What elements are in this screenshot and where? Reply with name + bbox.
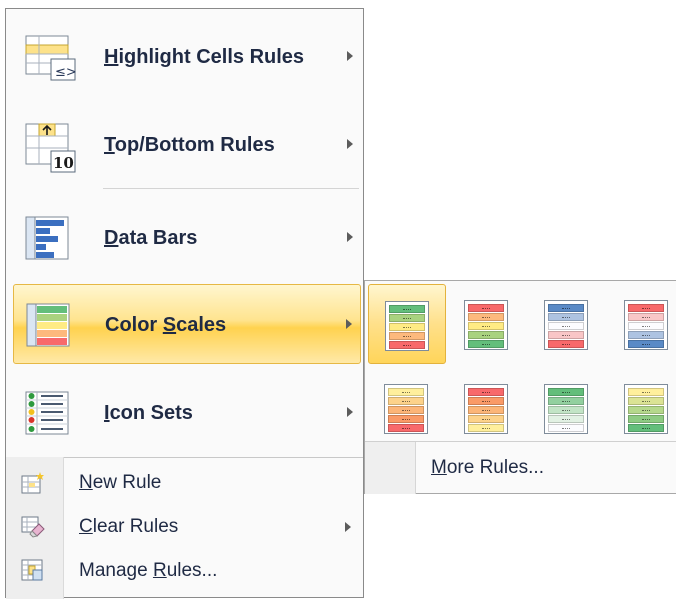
menu-item-clear-rules[interactable]: Clear Rules	[6, 505, 363, 549]
svg-text:≤>: ≤>	[55, 65, 77, 80]
conditional-formatting-menu: ≤> Highlight Cells Rules 10 Top/Bottom R…	[5, 8, 364, 599]
menu-item-label: Top/Bottom Rules	[104, 134, 275, 156]
svg-text:10: 10	[53, 154, 74, 172]
swatch-row	[468, 388, 504, 396]
submenu-arrow-icon	[346, 319, 352, 329]
menu-item-label: Manage Rules...	[79, 560, 218, 581]
menu-item-new-rule[interactable]: New Rule	[6, 461, 363, 505]
color-scale-green-yellow-red-button[interactable]	[368, 284, 446, 364]
swatch-row	[388, 424, 424, 432]
menu-item-top-bottom-rules[interactable]: 10 Top/Bottom Rules	[13, 105, 361, 185]
swatch-row	[628, 424, 664, 432]
color-scale-blue-yellow-red-button[interactable]	[528, 284, 606, 364]
swatch-row	[388, 388, 424, 396]
submenu-arrow-icon	[347, 232, 353, 242]
color-scale-yellow-red-button[interactable]	[368, 368, 446, 448]
menu-item-label: New Rule	[79, 472, 162, 493]
swatch-row	[628, 313, 664, 321]
data-bars-icon	[25, 216, 69, 267]
swatch-row	[468, 313, 504, 321]
more-rules-item[interactable]: More Rules...	[431, 442, 544, 494]
submenu-icon-gutter	[365, 442, 416, 494]
new-rule-icon	[21, 471, 45, 500]
swatch-row	[468, 424, 504, 432]
color-scale-green-white-button[interactable]	[528, 368, 606, 448]
swatch-row	[468, 415, 504, 423]
swatch-row	[548, 397, 584, 405]
menu-item-label: Data Bars	[104, 227, 198, 249]
swatch-row	[628, 415, 664, 423]
menu-item-label: Highlight Cells Rules	[104, 46, 305, 68]
swatch-row	[548, 424, 584, 432]
swatch-row	[548, 340, 584, 348]
swatch-row	[628, 340, 664, 348]
menu-item-label: Color Scales	[105, 314, 227, 336]
menu-item-manage-rules[interactable]: Manage Rules...	[6, 549, 363, 593]
swatch-row	[388, 415, 424, 423]
swatch-row	[389, 332, 425, 340]
color-scale-white-green-button[interactable]	[608, 368, 676, 448]
submenu-arrow-icon	[345, 522, 351, 532]
color-scale-swatch-icon	[464, 384, 508, 434]
menu-item-label: Clear Rules	[79, 516, 179, 537]
swatch-row	[628, 304, 664, 312]
swatch-row	[389, 341, 425, 349]
color-scale-swatch-icon	[624, 300, 668, 350]
color-scales-icon	[26, 303, 70, 354]
submenu-arrow-icon	[347, 139, 353, 149]
manage-rules-icon	[21, 559, 45, 588]
submenu-arrow-icon	[347, 407, 353, 417]
swatch-row	[548, 322, 584, 330]
swatch-row	[548, 415, 584, 423]
color-scale-swatch-icon	[544, 384, 588, 434]
swatch-row	[389, 314, 425, 322]
swatch-row	[468, 322, 504, 330]
menu-divider	[103, 188, 359, 189]
swatch-row	[468, 397, 504, 405]
menu-item-data-bars[interactable]: Data Bars	[13, 198, 361, 278]
swatch-row	[628, 406, 664, 414]
swatch-row	[389, 323, 425, 331]
swatch-row	[548, 313, 584, 321]
menu-item-label: Icon Sets	[104, 402, 193, 424]
swatch-row	[548, 331, 584, 339]
swatch-row	[389, 305, 425, 313]
swatch-row	[468, 406, 504, 414]
top-bottom-icon: 10	[25, 123, 77, 178]
swatch-row	[548, 388, 584, 396]
menu-item-color-scales[interactable]: Color Scales	[13, 284, 361, 364]
swatch-row	[548, 304, 584, 312]
color-scale-swatch-icon	[464, 300, 508, 350]
swatch-row	[628, 322, 664, 330]
swatch-row	[468, 304, 504, 312]
swatch-row	[628, 388, 664, 396]
color-scales-submenu: More Rules...	[364, 280, 676, 494]
submenu-arrow-icon	[347, 51, 353, 61]
clear-rules-icon	[21, 515, 45, 544]
swatch-row	[388, 406, 424, 414]
swatch-row	[548, 406, 584, 414]
swatch-row	[628, 331, 664, 339]
swatch-row	[468, 340, 504, 348]
swatch-row	[628, 397, 664, 405]
color-scale-swatch-icon	[624, 384, 668, 434]
color-scale-red-yellow-button[interactable]	[448, 368, 526, 448]
menu-item-icon-sets[interactable]: Icon Sets	[13, 373, 361, 453]
menu-item-highlight-cells-rules[interactable]: ≤> Highlight Cells Rules	[13, 17, 361, 97]
color-scale-red-yellow-blue-button[interactable]	[608, 284, 676, 364]
color-scale-red-yellow-green-button[interactable]	[448, 284, 526, 364]
highlight-cells-icon: ≤>	[25, 35, 77, 86]
icon-sets-icon	[25, 391, 69, 442]
color-scale-swatch-icon	[385, 301, 429, 351]
color-scale-swatch-icon	[384, 384, 428, 434]
color-scale-swatch-icon	[544, 300, 588, 350]
swatch-row	[468, 331, 504, 339]
swatch-row	[388, 397, 424, 405]
